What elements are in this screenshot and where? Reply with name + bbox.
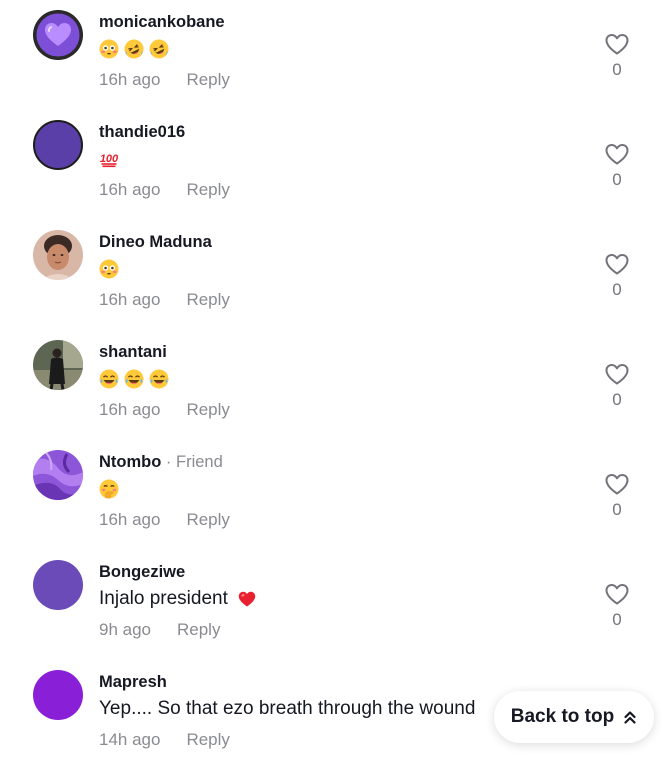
comment-timestamp: 16h ago xyxy=(99,400,161,419)
comment-timestamp: 16h ago xyxy=(99,70,161,89)
back-to-top-label: Back to top xyxy=(510,706,615,727)
comment-meta: 16h ago Reply xyxy=(99,400,230,420)
avatar[interactable] xyxy=(33,450,83,500)
avatar[interactable] xyxy=(33,340,83,390)
flushed-face-icon xyxy=(99,259,119,279)
comment-item: Ntombo · Friend 16h ago Reply 0 xyxy=(0,440,665,550)
heart-outline-icon[interactable] xyxy=(603,360,631,388)
comment-timestamp: 9h ago xyxy=(99,620,151,639)
comment-text xyxy=(99,476,119,502)
comment-meta: 16h ago Reply xyxy=(99,70,230,90)
comment-text-content: Injalo president xyxy=(99,588,228,609)
friend-badge: · Friend xyxy=(161,453,223,471)
hundred-points-icon: 100 xyxy=(99,149,119,169)
svg-text:100: 100 xyxy=(100,153,119,165)
photo-avatar-image xyxy=(33,340,83,390)
avatar[interactable] xyxy=(33,560,83,610)
reply-button[interactable]: Reply xyxy=(186,70,229,90)
comment-meta: 16h ago Reply xyxy=(99,180,230,200)
red-heart-icon xyxy=(237,589,257,609)
avatar[interactable] xyxy=(33,10,83,60)
comment-timestamp: 16h ago xyxy=(99,290,161,309)
comment-text: 100 xyxy=(99,146,119,172)
purple-fabric-avatar-image xyxy=(33,450,83,500)
comment-username[interactable]: Mapresh xyxy=(99,673,167,692)
like-count: 0 xyxy=(612,390,622,409)
reply-button[interactable]: Reply xyxy=(186,290,229,310)
tears-of-joy-face-icon xyxy=(124,369,144,389)
comment-username[interactable]: monicankobane xyxy=(99,13,225,32)
comment-meta: 16h ago Reply xyxy=(99,290,230,310)
photo-avatar-image xyxy=(33,230,83,280)
reply-button[interactable]: Reply xyxy=(186,510,229,530)
comment-item: thandie016 100 16h ago Reply 0 xyxy=(0,110,665,220)
like-count: 0 xyxy=(612,170,622,189)
reply-button[interactable]: Reply xyxy=(177,620,220,640)
comment-text xyxy=(99,36,169,62)
comment-username-text[interactable]: Ntombo xyxy=(99,453,161,471)
comment-item: Bongeziwe Injalo president 9h ago Reply … xyxy=(0,550,665,660)
hand-over-mouth-face-icon xyxy=(99,479,119,499)
purple-heart-avatar-image xyxy=(33,10,83,60)
heart-outline-icon[interactable] xyxy=(603,250,631,278)
comment-item: monicankobane 16h ago Reply 0 xyxy=(0,0,665,110)
double-chevron-up-icon xyxy=(623,709,637,725)
comment-text xyxy=(99,256,119,282)
like-count: 0 xyxy=(612,610,622,629)
like-count: 0 xyxy=(612,60,622,79)
reply-button[interactable]: Reply xyxy=(186,730,229,750)
heart-outline-icon[interactable] xyxy=(603,140,631,168)
like-count: 0 xyxy=(612,500,622,519)
tears-of-joy-face-icon xyxy=(149,369,169,389)
comment-timestamp: 14h ago xyxy=(99,730,161,749)
flushed-face-icon xyxy=(99,39,119,59)
back-to-top-button[interactable]: Back to top xyxy=(494,691,654,743)
reply-button[interactable]: Reply xyxy=(186,400,229,420)
rolling-laughing-face-icon xyxy=(124,39,144,59)
reply-button[interactable]: Reply xyxy=(186,180,229,200)
comment-username[interactable]: thandie016 xyxy=(99,123,185,142)
rolling-laughing-face-icon xyxy=(149,39,169,59)
comment-username[interactable]: Ntombo · Friend xyxy=(99,453,223,472)
comment-meta: 16h ago Reply xyxy=(99,510,230,530)
comment-text-content: Yep.... So that ezo breath through the w… xyxy=(99,698,476,719)
heart-outline-icon[interactable] xyxy=(603,30,631,58)
heart-outline-icon[interactable] xyxy=(603,470,631,498)
comment-item: shantani 16h ago Reply 0 xyxy=(0,330,665,440)
comment-username[interactable]: Dineo Maduna xyxy=(99,233,212,252)
comment-timestamp: 16h ago xyxy=(99,510,161,529)
comment-item: Dineo Maduna 16h ago Reply 0 xyxy=(0,220,665,330)
comment-username[interactable]: shantani xyxy=(99,343,167,362)
comment-username[interactable]: Bongeziwe xyxy=(99,563,185,582)
avatar[interactable] xyxy=(33,120,83,170)
comment-text: Yep.... So that ezo breath through the w… xyxy=(99,696,475,722)
comment-text: Injalo president xyxy=(99,586,257,612)
heart-outline-icon[interactable] xyxy=(603,580,631,608)
comment-meta: 14h ago Reply xyxy=(99,730,230,750)
comment-timestamp: 16h ago xyxy=(99,180,161,199)
comment-text xyxy=(99,366,169,392)
like-count: 0 xyxy=(612,280,622,299)
avatar[interactable] xyxy=(33,230,83,280)
avatar[interactable] xyxy=(33,670,83,720)
tears-of-joy-face-icon xyxy=(99,369,119,389)
comment-meta: 9h ago Reply xyxy=(99,620,220,640)
